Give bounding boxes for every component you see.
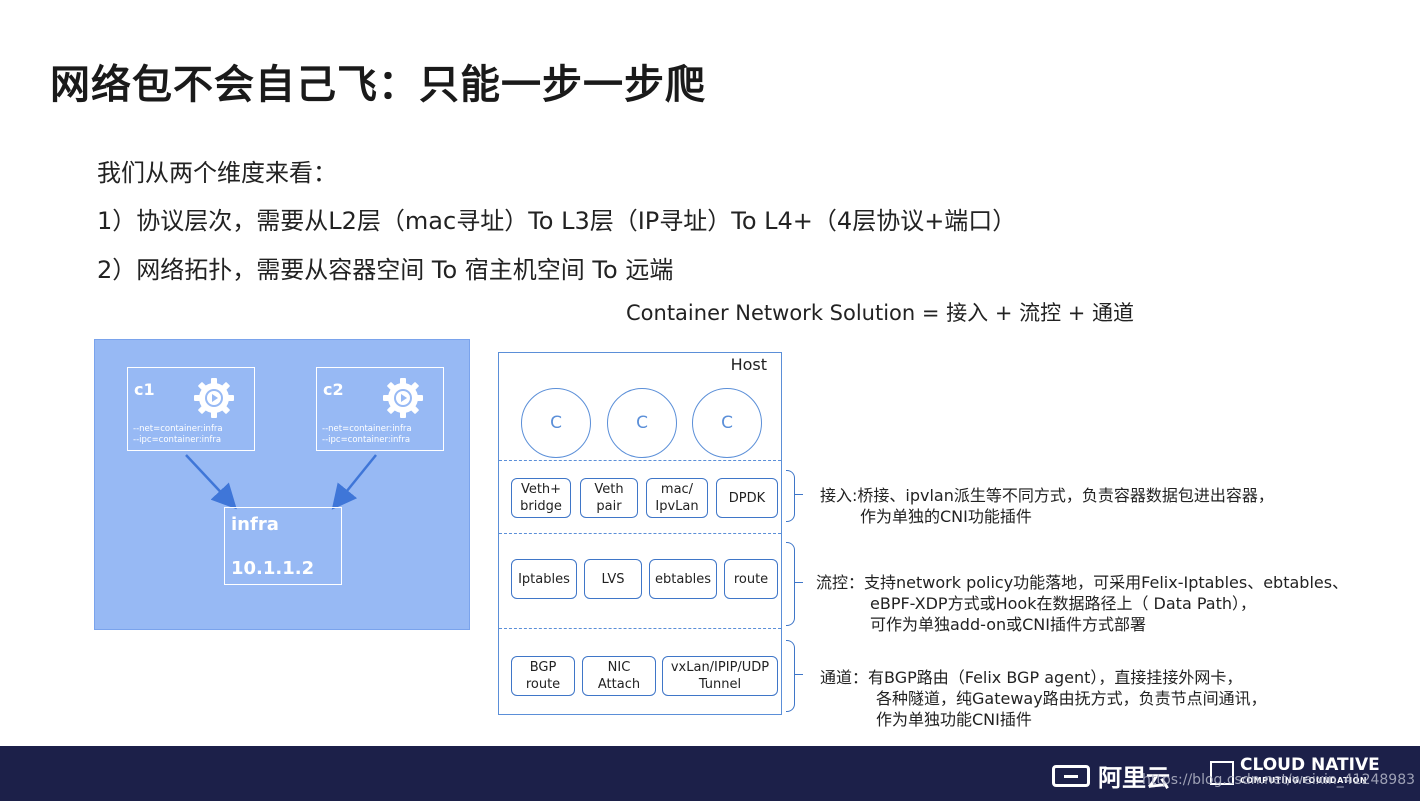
container-flags: --net=container:infra --ipc=container:in… xyxy=(133,424,223,446)
note-line: 流控：支持network policy功能落地，可采用Felix-Iptable… xyxy=(816,573,1349,592)
note-channel: 通道：有BGP路由（Felix BGP agent），直接挂接外网卡， 各种隧道… xyxy=(820,667,1267,730)
arrow-c2-to-infra xyxy=(331,454,377,510)
flag-net: --net=container:infra xyxy=(322,424,412,434)
pill-ebtables: ebtables xyxy=(649,559,717,599)
infra-container: infra 10.1.1.2 xyxy=(224,507,342,585)
slide-title: 网络包不会自己飞：只能一步一步爬 xyxy=(50,62,706,108)
container-c2: c2 --net=container:infra --ipc=container… xyxy=(316,367,444,451)
container-c1: c1 --net=container:infra --ipc=container… xyxy=(127,367,255,451)
aliyun-logo-icon xyxy=(1052,764,1090,787)
container-name: c1 xyxy=(134,380,155,399)
note-line: 可作为单独add-on或CNI插件方式部署 xyxy=(870,615,1146,634)
pill-lvs: LVS xyxy=(584,559,642,599)
note-line: eBPF-XDP方式或Hook在数据路径上（ Data Path）， xyxy=(870,594,1256,613)
pod-diagram: c1 --net=container:infra --ipc=container… xyxy=(94,339,470,630)
note-line: 通道：有BGP路由（Felix BGP agent），直接挂接外网卡， xyxy=(820,668,1243,687)
brace-access xyxy=(786,470,795,522)
arrow-c1-to-infra xyxy=(185,454,237,510)
watermark: https://blog.csdn.net/weixin_41248983 xyxy=(1142,772,1416,788)
pill-iptables: Iptables xyxy=(511,559,577,599)
container-circle: C xyxy=(607,388,677,458)
slide: 网络包不会自己飞：只能一步一步爬 我们从两个维度来看： 1）协议层次，需要从L2… xyxy=(0,0,1420,801)
pill-vxlan-tunnel: vxLan/IPIP/UDP Tunnel xyxy=(662,656,778,696)
container-name: c2 xyxy=(323,380,344,399)
brace-channel-tip xyxy=(795,674,803,675)
note-line: 作为单独功能CNI插件 xyxy=(876,710,1032,729)
flag-ipc: --ipc=container:infra xyxy=(322,435,411,445)
brace-flow xyxy=(786,542,795,626)
pill-bgp-route: BGP route xyxy=(511,656,575,696)
brace-access-tip xyxy=(795,494,803,495)
host-diagram: Host C C C Veth+ bridge Veth pair mac/ I… xyxy=(498,352,782,715)
gear-icon xyxy=(383,378,423,418)
brace-flow-tip xyxy=(795,582,803,583)
pill-route: route xyxy=(724,559,778,599)
section-divider xyxy=(499,460,781,461)
intro-text: 我们从两个维度来看： xyxy=(97,159,337,187)
flag-net: --net=container:infra xyxy=(133,424,223,434)
container-circle: C xyxy=(692,388,762,458)
pill-veth-pair: Veth pair xyxy=(580,478,638,518)
solution-formula: Container Network Solution = 接入 + 流控 + 通… xyxy=(626,301,1135,325)
note-line: 接入:桥接、ipvlan派生等不同方式，负责容器数据包进出容器， xyxy=(820,486,1274,505)
footer-bar: 阿里云 CLOUD NATIVE COMPUTING FOUNDATION ht… xyxy=(0,746,1420,801)
note-line: 各种隧道，纯Gateway路由抚方式，负责节点间通讯， xyxy=(876,689,1267,708)
container-circle: C xyxy=(521,388,591,458)
note-line: 作为单独的CNI功能插件 xyxy=(860,507,1032,526)
infra-name: infra xyxy=(231,514,279,535)
note-access: 接入:桥接、ipvlan派生等不同方式，负责容器数据包进出容器， 作为单独的CN… xyxy=(820,485,1274,527)
brace-channel xyxy=(786,640,795,712)
point-network-topology: 2）网络拓扑，需要从容器空间 To 宿主机空间 To 远端 xyxy=(97,256,674,284)
pill-veth-bridge: Veth+ bridge xyxy=(511,478,571,518)
section-divider xyxy=(499,628,781,629)
flag-ipc: --ipc=container:infra xyxy=(133,435,222,445)
container-flags: --net=container:infra --ipc=container:in… xyxy=(322,424,412,446)
pill-mac-ipvlan: mac/ IpvLan xyxy=(646,478,708,518)
note-flow: 流控：支持network policy功能落地，可采用Felix-Iptable… xyxy=(816,572,1348,635)
infra-ip: 10.1.1.2 xyxy=(231,558,315,579)
gear-icon xyxy=(194,378,234,418)
host-label: Host xyxy=(730,355,767,374)
pill-nic-attach: NIC Attach xyxy=(582,656,656,696)
point-protocol-layers: 1）协议层次，需要从L2层（mac寻址）To L3层（IP寻址）To L4+（4… xyxy=(97,207,1017,235)
pill-dpdk: DPDK xyxy=(716,478,778,518)
section-divider xyxy=(499,533,781,534)
